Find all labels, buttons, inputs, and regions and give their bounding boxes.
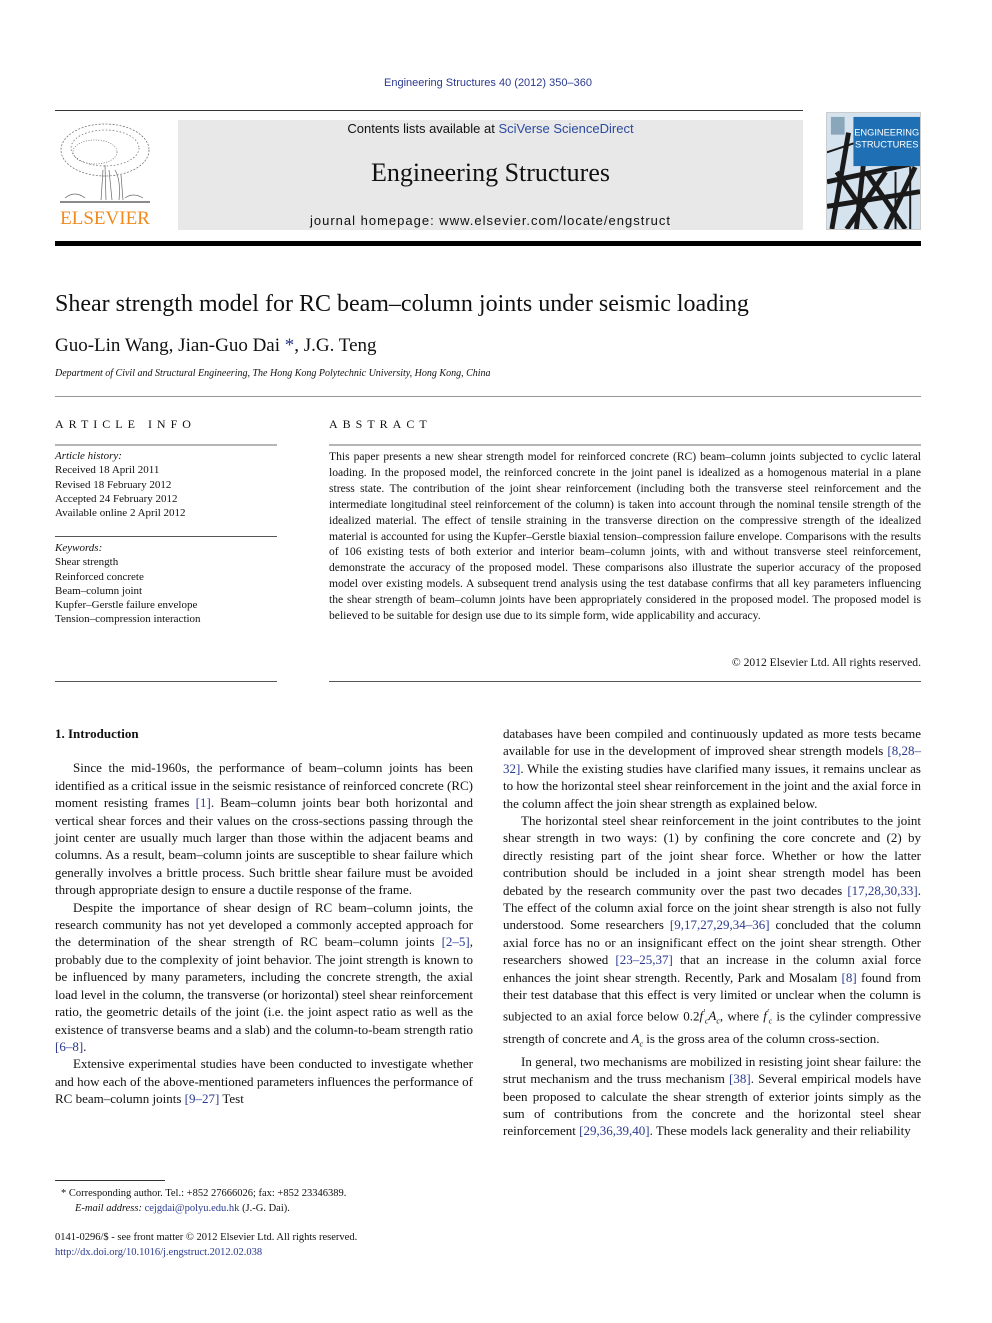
keyword-item: Beam–column joint: [55, 584, 143, 597]
paragraph: Since the mid-1960s, the performance of …: [55, 760, 473, 898]
email-note: E-mail address: cejgdai@polyu.edu.hk (J.…: [55, 1201, 475, 1216]
cover-title-line2: STRUCTURES: [855, 139, 918, 149]
citation-link[interactable]: [2–5]: [442, 934, 470, 949]
body-column-left: 1. Introduction Since the mid-1960s, the…: [55, 725, 473, 1108]
email-link[interactable]: cejgdai@polyu.edu.hk: [145, 1203, 240, 1214]
keyword-item: Kupfer–Gerstle failure envelope: [55, 599, 198, 612]
sciencedirect-link[interactable]: SciVerse ScienceDirect: [498, 121, 633, 136]
author-list: Guo-Lin Wang, Jian-Guo Dai *, J.G. Teng: [55, 335, 377, 357]
affiliation-divider: [55, 396, 921, 397]
article-info-bottom-divider: [55, 681, 277, 682]
contents-availability: Contents lists available at SciVerse Sci…: [178, 121, 803, 136]
keyword-item: Tension–compression interaction: [55, 613, 201, 626]
citation-link[interactable]: [9–27]: [185, 1091, 220, 1106]
keyword-item: Shear strength: [55, 556, 119, 569]
paragraph: Despite the importance of shear design o…: [55, 899, 473, 1054]
history-item: Received 18 April 2011: [55, 464, 160, 477]
continued-text: databases have been compiled and continu…: [503, 726, 921, 759]
corresponding-author-note: * Corresponding author. Tel.: +852 27666…: [55, 1186, 475, 1201]
article-history: Article history: Received 18 April 2011 …: [55, 449, 277, 520]
citation-link[interactable]: [1]: [196, 795, 211, 810]
doi-link[interactable]: http://dx.doi.org/10.1016/j.engstruct.20…: [55, 1246, 475, 1261]
keywords-label: Keywords:: [55, 542, 103, 554]
elsevier-wordmark: ELSEVIER: [60, 208, 150, 229]
body-column-right: databases have been compiled and continu…: [503, 725, 921, 1140]
keyword-item: Reinforced concrete: [55, 570, 144, 583]
abstract-copyright: © 2012 Elsevier Ltd. All rights reserved…: [731, 656, 921, 669]
paragraph: Extensive experimental studies have been…: [55, 1056, 473, 1107]
journal-cover-icon: ENGINEERING STRUCTURES: [827, 113, 920, 229]
history-item: Revised 18 February 2012: [55, 478, 172, 491]
section-heading: 1. Introduction: [55, 726, 139, 741]
abstract-heading: ABSTRACT: [329, 417, 432, 431]
article-history-label: Article history:: [55, 450, 122, 462]
article-info-divider: [55, 444, 277, 446]
authors-text-end: , J.G. Teng: [294, 335, 377, 356]
citation-link[interactable]: [29,36,39,40]: [579, 1123, 649, 1138]
paragraph: The horizontal steel shear reinforcement…: [503, 813, 922, 1049]
top-divider: [55, 110, 803, 111]
abstract-body: This paper presents a new shear strength…: [329, 450, 921, 623]
journal-name: Engineering Structures: [371, 158, 610, 187]
citation-link[interactable]: [38]: [729, 1071, 751, 1086]
article-title: Shear strength model for RC beam–column …: [55, 291, 749, 317]
journal-citation-link[interactable]: Engineering Structures 40 (2012) 350–360: [0, 77, 976, 89]
citation-link[interactable]: [6–8]: [55, 1039, 83, 1054]
email-label: E-mail address:: [75, 1203, 142, 1214]
history-item: Available online 2 April 2012: [55, 507, 186, 520]
paragraph: In general, two mechanisms are mobilized…: [503, 1053, 921, 1139]
contents-prefix: Contents lists available at: [347, 121, 499, 136]
footnote-divider: [55, 1180, 165, 1181]
keywords-divider: [55, 536, 277, 537]
front-matter: 0141-0296/$ - see front matter © 2012 El…: [55, 1231, 475, 1260]
journal-homepage[interactable]: journal homepage: www.elsevier.com/locat…: [178, 213, 803, 228]
abstract-bottom-divider: [329, 681, 921, 682]
citation-link[interactable]: [23–25,37]: [615, 952, 672, 967]
math-ac-symbol: Ac: [631, 1030, 644, 1049]
citation-link[interactable]: [8]: [842, 970, 857, 985]
corresponding-author-mark[interactable]: *: [285, 335, 295, 356]
history-item: Accepted 24 February 2012: [55, 492, 178, 505]
article-info-heading: ARTICLE INFO: [55, 417, 196, 431]
paragraph-continuation-left: Test: [219, 1091, 244, 1107]
journal-masthead: Contents lists available at SciVerse Sci…: [178, 120, 803, 230]
citation-link[interactable]: [9,17,27,29,34–36]: [670, 917, 770, 932]
authors-text: Guo-Lin Wang, Jian-Guo Dai: [55, 335, 285, 356]
math-fc-symbol: f′c: [763, 1007, 773, 1026]
header-thick-divider: [55, 241, 921, 246]
journal-cover-image[interactable]: ENGINEERING STRUCTURES: [826, 112, 921, 230]
cover-title-line1: ENGINEERING: [854, 128, 919, 138]
paragraph: databases have been compiled and continu…: [503, 726, 921, 811]
elsevier-logo[interactable]: ELSEVIER: [55, 120, 155, 232]
math-fc: f′cAc: [699, 1007, 720, 1026]
footnote: * Corresponding author. Tel.: +852 27666…: [55, 1186, 475, 1216]
issn-line: 0141-0296/$ - see front matter © 2012 El…: [55, 1232, 358, 1243]
footnote-mark: *: [61, 1188, 67, 1199]
keywords-list: Keywords: Shear strength Reinforced conc…: [55, 541, 277, 627]
abstract-divider: [329, 444, 921, 446]
author-affiliation: Department of Civil and Structural Engin…: [55, 368, 491, 379]
elsevier-tree-icon: [60, 123, 150, 203]
citation-link[interactable]: [17,28,30,33]: [847, 883, 917, 898]
